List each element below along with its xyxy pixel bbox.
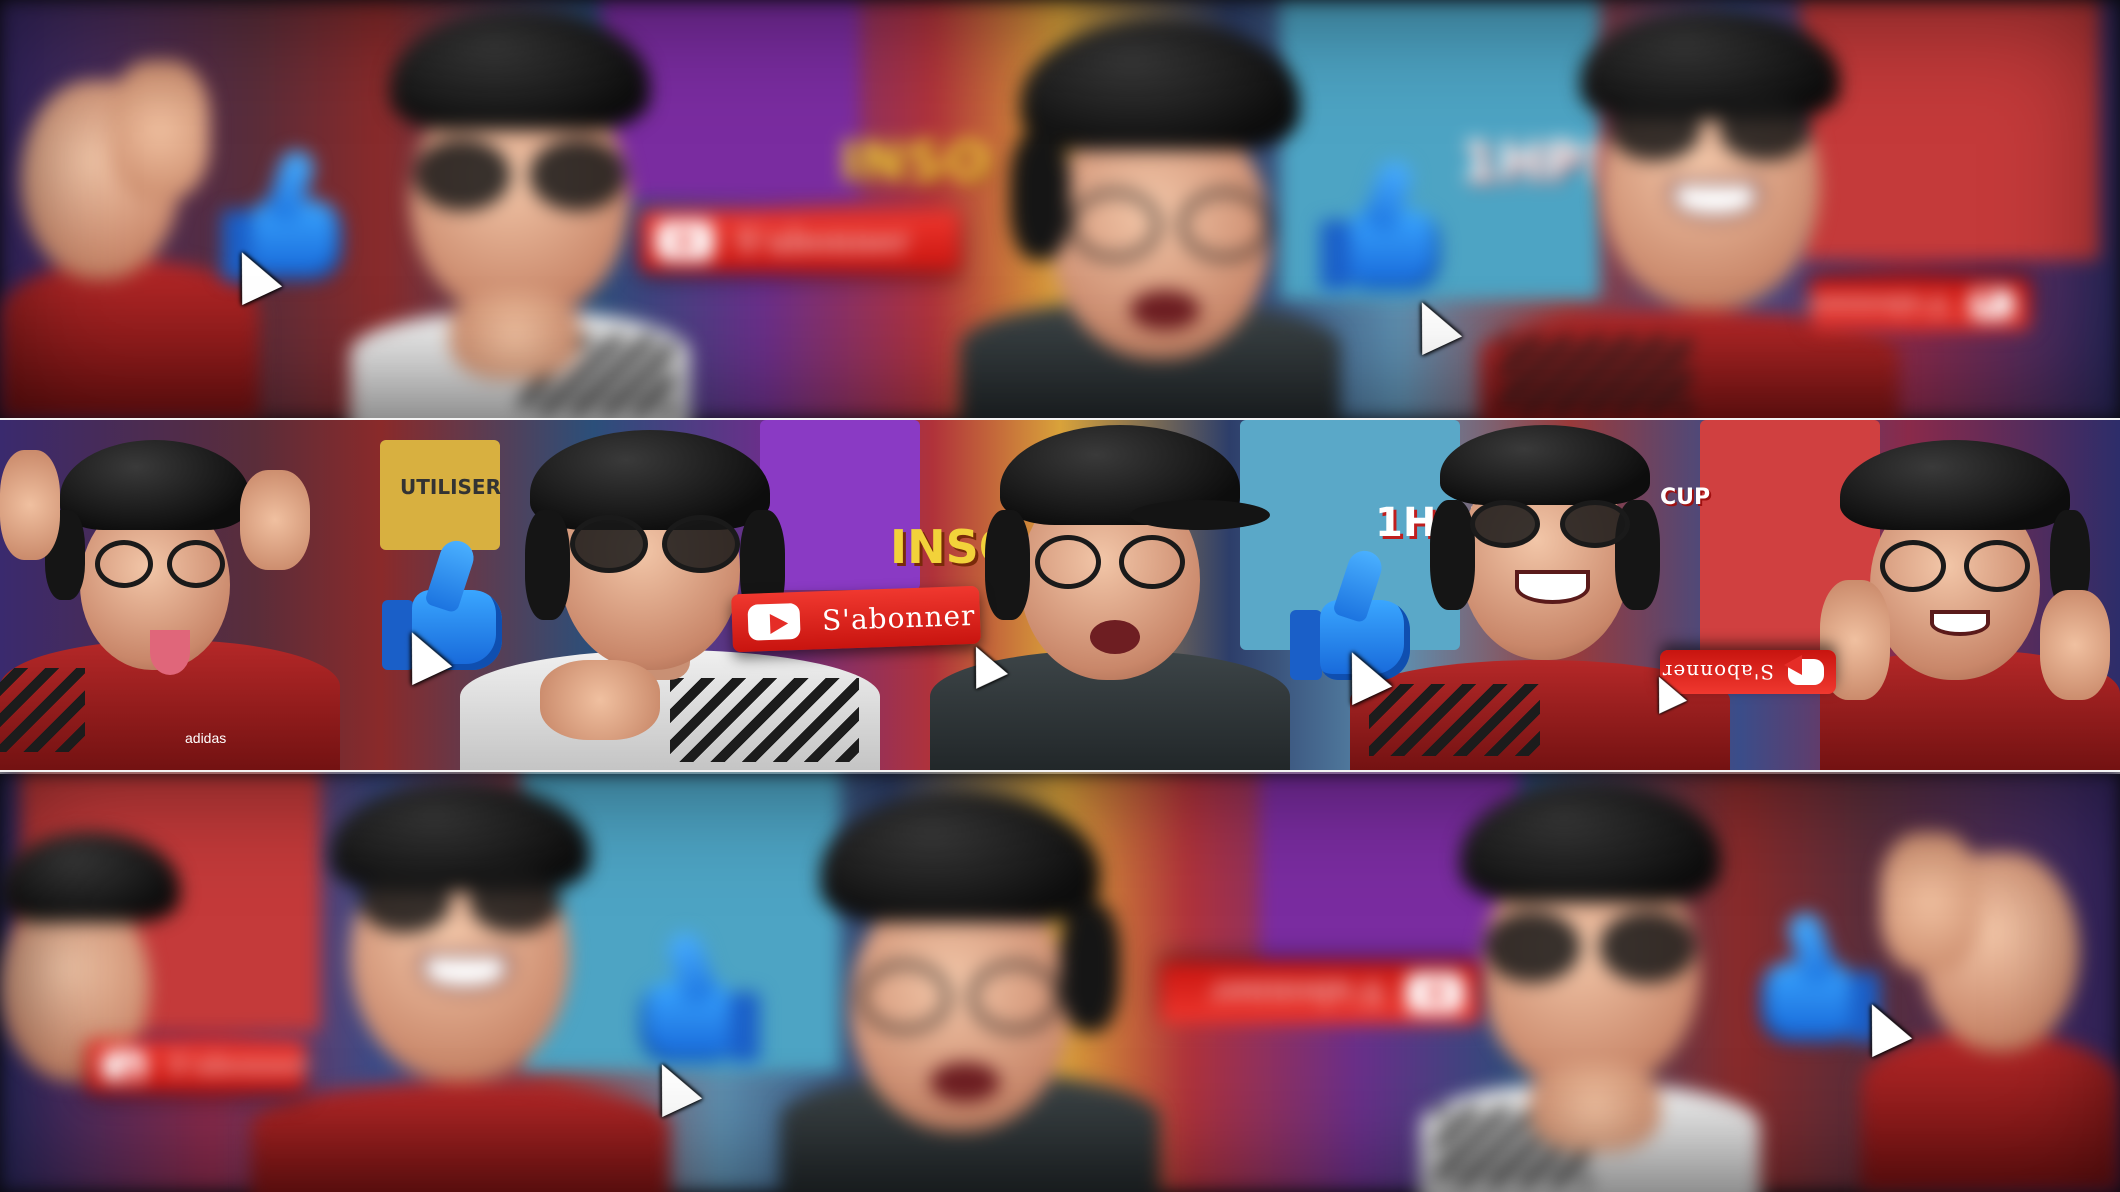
person (1800, 420, 2120, 772)
subscribe-label: S'abonner (1804, 289, 1948, 319)
person (0, 832, 200, 1192)
youtube-play-icon (1970, 289, 2014, 319)
subscribe-button: S'abonner (640, 210, 960, 272)
subscribe-button-mirrored: S'abonner (1805, 278, 2030, 330)
youtube-play-icon (1788, 659, 1824, 685)
subscribe-button-mirrored: S'abonner (1160, 962, 1480, 1024)
thumbs-up-icon (640, 928, 760, 1062)
subscribe-label: S'abonner (168, 1051, 312, 1081)
person: adidas (0, 440, 340, 772)
youtube-play-icon (1406, 973, 1464, 1013)
subscribe-label: S'abonner (821, 598, 976, 637)
subscribe-label: S'abonner (1210, 974, 1384, 1012)
person (250, 772, 670, 1192)
subscribe-label: S'abonner (1661, 660, 1774, 684)
thumbs-up-icon (1320, 156, 1440, 290)
subscribe-button: S'abonner (731, 585, 981, 653)
subscribe-button-mirrored: S'abonner (1660, 650, 1836, 694)
subscribe-label: S'abonner (736, 222, 910, 260)
banner-bottom-strip: S'abonner S'abonner (0, 772, 2120, 1192)
banner-middle-strip: INSO 1HP! UTILISER CUP adidas S'abonner … (0, 420, 2120, 772)
youtube-play-icon (102, 1051, 146, 1081)
person (780, 772, 1160, 1192)
person (0, 40, 260, 420)
person (1860, 812, 2120, 1192)
person (930, 420, 1290, 772)
subscribe-button: S'abonner (86, 1040, 310, 1092)
youtube-play-icon (656, 221, 714, 261)
youtube-play-icon (747, 602, 801, 641)
banner-top-strip: INSO 1HP! S'abonner S'abonner (0, 0, 2120, 420)
person (960, 0, 1340, 420)
person (1480, 0, 1900, 420)
shirt-logo: adidas (185, 730, 227, 746)
